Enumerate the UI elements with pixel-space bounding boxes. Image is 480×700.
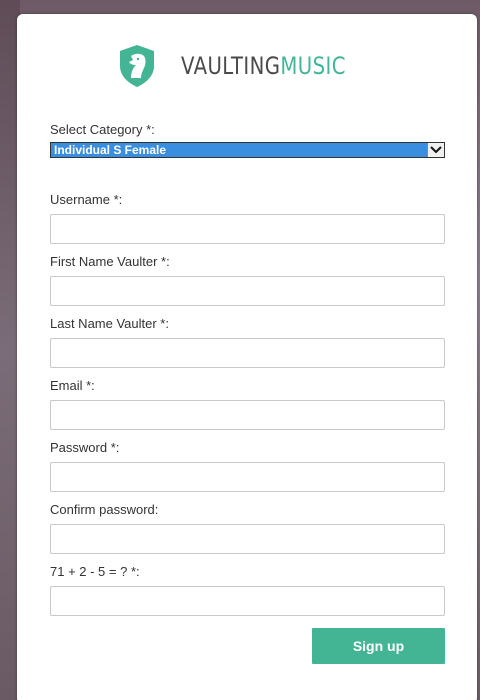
email-label: Email *:	[50, 378, 95, 393]
username-input[interactable]	[50, 214, 445, 244]
password-label: Password *:	[50, 440, 120, 455]
category-selected-value: Individual S Female	[54, 143, 167, 157]
password-group: Password *:	[50, 440, 445, 492]
last-name-group: Last Name Vaulter *:	[50, 316, 445, 368]
username-label: Username *:	[50, 192, 123, 207]
category-group: Select Category *: Individual S Female	[50, 122, 445, 158]
captcha-label: 71 + 2 - 5 = ? *:	[50, 564, 140, 579]
last-name-label: Last Name Vaulter *:	[50, 316, 169, 331]
category-label: Select Category *:	[50, 122, 155, 137]
first-name-input[interactable]	[50, 276, 445, 306]
email-group: Email *:	[50, 378, 445, 430]
confirm-password-label: Confirm password:	[50, 502, 159, 517]
username-group: Username *:	[50, 192, 445, 244]
sign-up-button[interactable]: Sign up	[312, 628, 445, 664]
captcha-group: 71 + 2 - 5 = ? *:	[50, 564, 445, 616]
email-input[interactable]	[50, 400, 445, 430]
last-name-input[interactable]	[50, 338, 445, 368]
brand-name: VAULTINGMUSIC	[181, 52, 346, 80]
signup-card: VAULTINGMUSIC Select Category *: Individ…	[17, 14, 477, 700]
horse-head-shield-icon	[120, 45, 154, 87]
password-input[interactable]	[50, 462, 445, 492]
brand-name-part1: VAULTING	[181, 52, 281, 80]
confirm-password-input[interactable]	[50, 524, 445, 554]
category-select[interactable]: Individual S Female	[50, 142, 445, 158]
brand-name-part2: MUSIC	[280, 52, 346, 80]
chevron-down-icon[interactable]	[427, 143, 444, 157]
brand-logo: VAULTINGMUSIC	[117, 44, 382, 88]
confirm-password-group: Confirm password:	[50, 502, 445, 554]
captcha-input[interactable]	[50, 586, 445, 616]
first-name-label: First Name Vaulter *:	[50, 254, 170, 269]
first-name-group: First Name Vaulter *:	[50, 254, 445, 306]
